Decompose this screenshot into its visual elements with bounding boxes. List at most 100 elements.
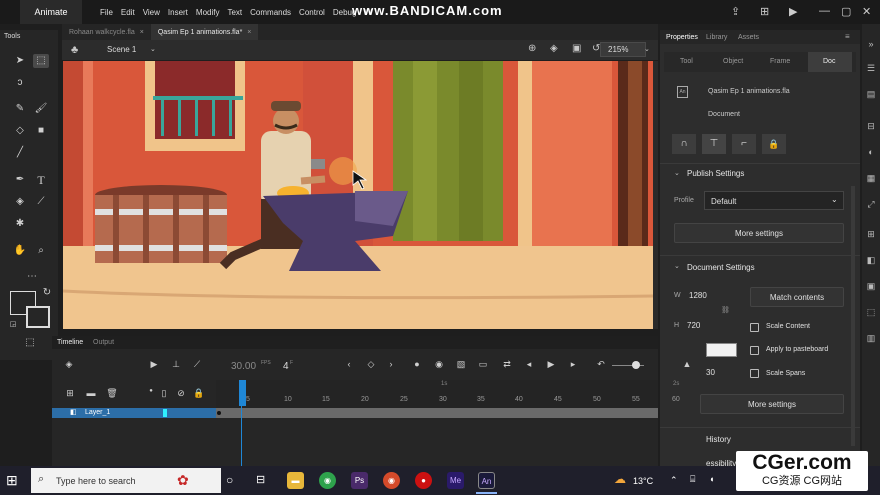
more-settings-publish-button[interactable]: More settings bbox=[674, 223, 844, 243]
fps-display[interactable]: 30.00 bbox=[231, 361, 256, 372]
minimize-icon[interactable]: — bbox=[819, 5, 830, 17]
tab-properties[interactable]: Properties bbox=[666, 34, 698, 41]
play-icon[interactable]: ▶ bbox=[545, 359, 557, 370]
maximize-icon[interactable]: ▢ bbox=[841, 5, 851, 18]
chevron-down-icon[interactable]: ⌄ bbox=[150, 45, 156, 53]
layer-parenting-icon[interactable]: ⊥ bbox=[170, 359, 182, 370]
text-tool-icon[interactable]: T bbox=[33, 173, 49, 187]
go-last-frame-icon[interactable]: ▸ bbox=[567, 359, 579, 370]
camera-icon[interactable]: ▶ bbox=[148, 359, 160, 370]
record-icon[interactable]: ● bbox=[415, 472, 432, 489]
zoom-slider-handle[interactable] bbox=[632, 361, 640, 369]
default-colors-icon[interactable]: ◲ bbox=[5, 318, 21, 332]
menu-commands[interactable]: Commands bbox=[250, 8, 291, 17]
close-icon[interactable]: ✕ bbox=[862, 5, 871, 18]
menu-modify[interactable]: Modify bbox=[196, 8, 220, 17]
collapse-icon[interactable]: » bbox=[865, 38, 877, 50]
magnet-icon[interactable]: ∩ bbox=[672, 134, 696, 154]
menu-edit[interactable]: Edit bbox=[121, 8, 135, 17]
doc-tab-rohaan[interactable]: Rohaan walkcycle.fla × bbox=[62, 24, 151, 40]
add-layer-icon[interactable]: ⊞ bbox=[64, 388, 76, 399]
keyframe-marker[interactable] bbox=[217, 411, 221, 415]
graph-icon[interactable]: ⟋ bbox=[191, 359, 203, 370]
tab-timeline[interactable]: Timeline bbox=[57, 339, 83, 346]
tray-chevron-icon[interactable]: ⌃ bbox=[670, 475, 678, 486]
insert-keyframe-icon[interactable]: ◇ bbox=[365, 359, 377, 370]
width-field[interactable]: 1280 bbox=[689, 291, 707, 300]
history-title[interactable]: History bbox=[706, 435, 731, 444]
premiere-icon[interactable]: Ps bbox=[351, 472, 368, 489]
lasso-tool-icon[interactable]: ↄ bbox=[12, 76, 28, 90]
brush-tool-icon[interactable]: 🖌 bbox=[33, 102, 49, 116]
scene-panel-icon[interactable]: ▣ bbox=[865, 280, 877, 292]
subtab-frame[interactable]: Frame bbox=[770, 58, 790, 65]
close-tab-icon[interactable]: × bbox=[140, 29, 144, 36]
menu-file[interactable]: File bbox=[100, 8, 113, 17]
taskbar-search[interactable]: ⌕ Type here to search ✿ bbox=[31, 468, 221, 493]
tab-assets[interactable]: Assets bbox=[738, 34, 759, 41]
lock-layers-icon[interactable]: 🔒 bbox=[193, 388, 205, 399]
eraser-tool-icon[interactable]: ◇ bbox=[12, 124, 28, 138]
pen-tool-icon[interactable]: ✒ bbox=[12, 173, 28, 187]
layer-row[interactable]: ◧ Layer_1 bbox=[52, 408, 216, 418]
code-snippets-icon[interactable]: ◧ bbox=[865, 254, 877, 266]
properties-scrollbar[interactable] bbox=[851, 186, 855, 446]
fps-field[interactable]: 30 bbox=[706, 368, 715, 377]
subtab-doc[interactable]: Doc bbox=[823, 58, 835, 65]
swatches-panel-icon[interactable]: ▦ bbox=[865, 172, 877, 184]
delete-layer-icon[interactable]: 🗑 bbox=[106, 388, 118, 399]
menu-control[interactable]: Control bbox=[299, 8, 325, 17]
swap-colors-icon[interactable]: ↻ bbox=[39, 286, 55, 300]
onion-outline-icon[interactable]: ◉ bbox=[433, 359, 445, 370]
transform-panel-icon[interactable]: ⤢ bbox=[865, 198, 877, 210]
properties-panel-icon[interactable]: ☰ bbox=[865, 62, 877, 74]
edit-multiple-icon[interactable]: ▧ bbox=[455, 359, 467, 370]
rectangle-tool-icon[interactable]: ■ bbox=[33, 124, 49, 138]
scene-selector[interactable]: Scene 1 bbox=[107, 45, 136, 54]
corner-icon[interactable]: ⌐ bbox=[732, 134, 756, 154]
more-settings-document-button[interactable]: More settings bbox=[700, 394, 844, 414]
menu-insert[interactable]: Insert bbox=[168, 8, 188, 17]
workspace-icon[interactable]: ⊞ bbox=[760, 5, 769, 18]
align-panel-icon[interactable]: ⊟ bbox=[865, 120, 877, 132]
subtab-object[interactable]: Object bbox=[723, 58, 743, 65]
snap-icon[interactable]: ⬚ bbox=[22, 336, 38, 350]
apply-pasteboard-checkbox[interactable] bbox=[750, 346, 759, 355]
next-keyframe-icon[interactable]: › bbox=[385, 359, 397, 369]
animate-taskbar-icon[interactable]: An bbox=[478, 472, 495, 489]
motion-presets-icon[interactable]: ⬚ bbox=[865, 306, 877, 318]
menu-text[interactable]: Text bbox=[227, 8, 242, 17]
hide-layer-icon[interactable]: ⊘ bbox=[175, 388, 187, 399]
eyedropper-tool-icon[interactable]: ⟋ bbox=[33, 195, 49, 209]
share-icon[interactable]: ⇪ bbox=[731, 5, 740, 18]
zoom-chevron-icon[interactable]: ⌄ bbox=[644, 45, 650, 53]
layers-icon[interactable]: ◈ bbox=[63, 359, 75, 370]
chrome-icon-2[interactable]: ◉ bbox=[383, 472, 400, 489]
pencil-tool-icon[interactable]: ✎ bbox=[12, 102, 28, 116]
onion-skin-icon[interactable]: ● bbox=[411, 359, 423, 369]
link-dimensions-icon[interactable]: ⛓ bbox=[721, 306, 730, 314]
stage-canvas[interactable] bbox=[63, 61, 653, 329]
prev-keyframe-icon[interactable]: ‹ bbox=[343, 359, 355, 369]
lock-icon[interactable]: 🔒 bbox=[762, 134, 786, 154]
loop-icon[interactable]: ▭ bbox=[477, 359, 489, 370]
highlight-layer-icon[interactable]: ● bbox=[145, 388, 157, 394]
tab-library[interactable]: Library bbox=[706, 34, 727, 41]
zoom-tool-icon[interactable]: ⌕ bbox=[33, 244, 49, 258]
temperature[interactable]: 13°C bbox=[633, 476, 653, 486]
widgets-icon[interactable]: ⊟ bbox=[256, 473, 265, 486]
panel-menu-icon[interactable]: ≡ bbox=[845, 32, 850, 41]
new-folder-icon[interactable]: ▬ bbox=[85, 388, 97, 398]
menu-view[interactable]: View bbox=[143, 8, 160, 17]
doc-tab-qasim[interactable]: Qasim Ep 1 animations.fla* × bbox=[150, 24, 259, 40]
align-icon[interactable]: ⊤ bbox=[702, 134, 726, 154]
media-encoder-icon[interactable]: Me bbox=[447, 472, 464, 489]
scale-spans-checkbox[interactable] bbox=[750, 369, 759, 378]
zoom-in-icon[interactable]: ▲ bbox=[681, 359, 693, 369]
selection-tool-icon[interactable]: ➤ bbox=[12, 54, 28, 68]
components-panel-icon[interactable]: ⊞ bbox=[865, 228, 877, 240]
network-icon[interactable]: ⌸ bbox=[690, 474, 695, 485]
volume-icon[interactable]: ◖ bbox=[709, 474, 714, 484]
zoom-level[interactable]: 215% bbox=[608, 45, 628, 54]
fill-color-swatch[interactable] bbox=[26, 306, 50, 328]
